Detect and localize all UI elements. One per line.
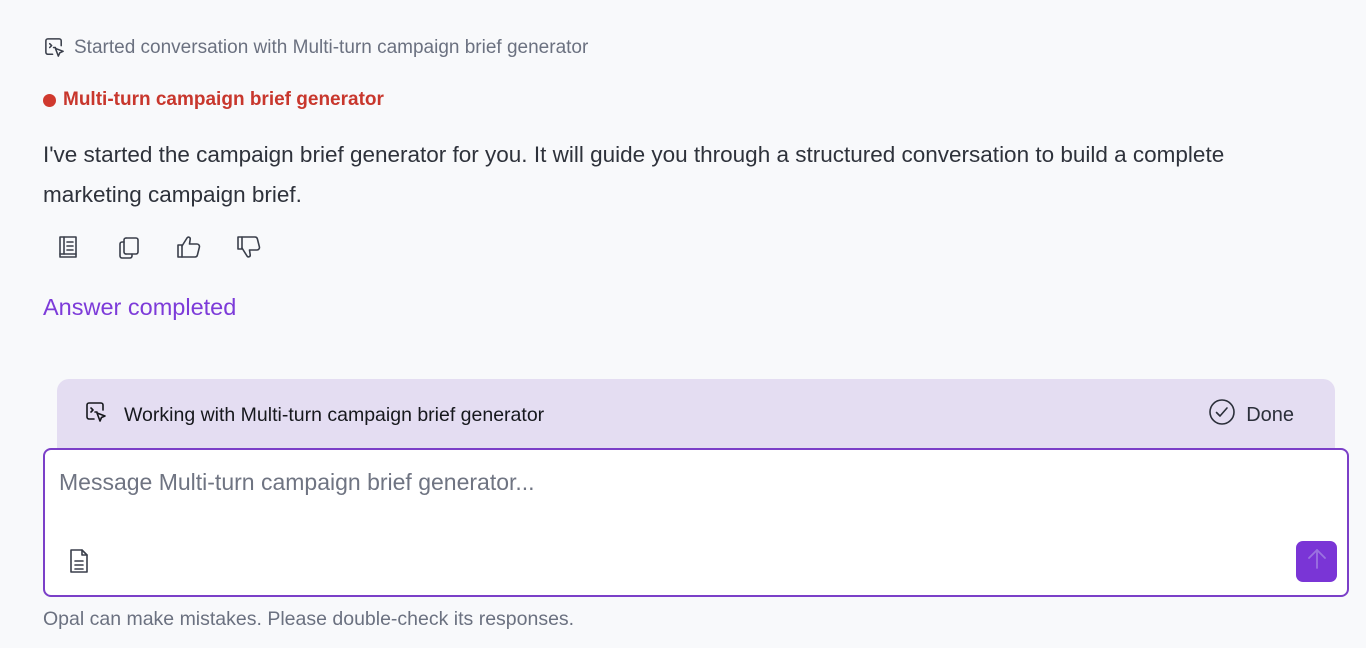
conversation-start-event: Started conversation with Multi-turn cam…	[43, 36, 588, 59]
copy-button[interactable]	[112, 232, 146, 266]
send-button[interactable]	[1296, 541, 1337, 582]
document-icon	[67, 547, 91, 580]
disclaimer-text: Opal can make mistakes. Please double-ch…	[43, 608, 575, 630]
answer-status: Answer completed	[43, 294, 237, 320]
message-input[interactable]	[59, 464, 1319, 500]
agent-status-dot	[43, 93, 56, 107]
thumbs-down-button[interactable]	[232, 232, 266, 266]
sources-book-icon	[55, 233, 83, 266]
sources-button[interactable]	[52, 232, 86, 266]
message-actions	[52, 232, 266, 266]
agent-name-label: Multi-turn campaign brief generator	[63, 89, 384, 110]
check-circle-icon	[1208, 398, 1236, 432]
agent-cursor-icon	[84, 400, 108, 430]
done-button[interactable]: Done	[1208, 398, 1294, 432]
thumbs-down-icon	[234, 232, 264, 267]
done-label: Done	[1246, 403, 1294, 426]
attach-document-button[interactable]	[65, 548, 93, 578]
event-text: Started conversation with Multi-turn cam…	[74, 36, 589, 58]
thumbs-up-icon	[174, 232, 204, 267]
working-status-bar: Working with Multi-turn campaign brief g…	[57, 379, 1335, 449]
copy-icon	[115, 233, 143, 266]
agent-header: Multi-turn campaign brief generator	[43, 89, 384, 111]
working-label-group: Working with Multi-turn campaign brief g…	[84, 400, 544, 430]
working-label: Working with Multi-turn campaign brief g…	[124, 403, 545, 426]
arrow-up-icon	[1304, 546, 1330, 577]
thumbs-up-button[interactable]	[172, 232, 206, 266]
assistant-message: I've started the campaign brief generato…	[43, 142, 1225, 207]
message-composer	[43, 448, 1349, 597]
agent-cursor-icon	[43, 36, 66, 59]
